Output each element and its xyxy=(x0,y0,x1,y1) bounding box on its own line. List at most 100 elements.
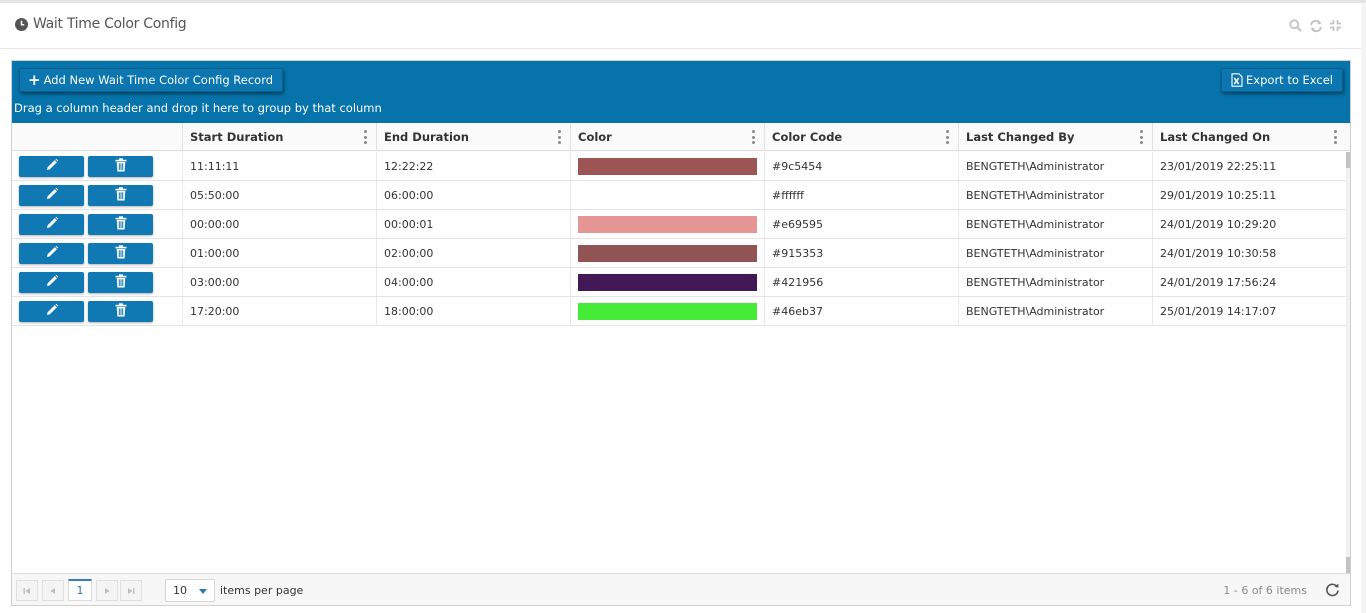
cell-color-code: #ffffff xyxy=(764,181,958,209)
pencil-icon xyxy=(45,274,59,291)
color-swatch xyxy=(578,186,757,204)
group-drop-area[interactable]: Drag a column header and drop it here to… xyxy=(14,101,382,115)
header-start-duration[interactable]: Start Duration xyxy=(182,123,376,151)
app-window: Wait Time Color Config + Add New Wait Ti… xyxy=(0,0,1366,613)
export-excel-label: Export to Excel xyxy=(1246,73,1333,87)
cell-end-duration: 12:22:22 xyxy=(376,152,570,180)
cell-last-changed-by: BENGTETH\Administrator xyxy=(958,181,1152,209)
compress-icon[interactable] xyxy=(1328,18,1343,33)
next-page-icon xyxy=(105,587,110,594)
column-menu-icon[interactable] xyxy=(364,130,367,144)
color-swatch xyxy=(578,273,757,291)
table-row[interactable]: 00:00:00 00:00:01 #e69595 BENGTETH\Administ… xyxy=(12,210,1346,239)
cell-last-changed-by: BENGTETH\Administrator xyxy=(958,297,1152,325)
cell-color xyxy=(570,239,764,267)
scrollbar-thumb[interactable] xyxy=(1346,152,1350,168)
chevron-down-icon xyxy=(199,589,207,594)
table-row[interactable]: 05:50:00 06:00:00 #ffffff BENGTETH\Administ… xyxy=(12,181,1346,210)
first-page-button[interactable] xyxy=(16,580,38,601)
table-row[interactable]: 11:11:11 12:22:22 #9c5454 BENGTETH\Administ… xyxy=(12,152,1346,181)
first-page-icon xyxy=(23,587,30,594)
vertical-scrollbar[interactable] xyxy=(1346,152,1350,573)
cell-color xyxy=(570,297,764,325)
search-icon[interactable] xyxy=(1288,18,1303,33)
refresh-icon[interactable] xyxy=(1325,582,1340,601)
cell-color xyxy=(570,152,764,180)
header-tools xyxy=(1288,18,1343,33)
cell-color xyxy=(570,210,764,238)
cell-color-code: #915353 xyxy=(764,239,958,267)
export-excel-button[interactable]: Export to Excel xyxy=(1221,68,1343,92)
delete-button[interactable] xyxy=(88,213,153,235)
edit-button[interactable] xyxy=(19,242,84,264)
cell-last-changed-on: 29/01/2019 10:25:11 xyxy=(1152,181,1346,209)
header-last-changed-on[interactable]: Last Changed On xyxy=(1152,123,1346,151)
cell-end-duration: 00:00:01 xyxy=(376,210,570,238)
header-label: Color xyxy=(578,130,612,144)
add-record-button[interactable]: + Add New Wait Time Color Config Record xyxy=(19,68,284,92)
column-menu-icon[interactable] xyxy=(558,130,561,144)
cell-color-code: #9c5454 xyxy=(764,152,958,180)
column-menu-icon[interactable] xyxy=(946,130,949,144)
cell-end-duration: 02:00:00 xyxy=(376,239,570,267)
pencil-icon xyxy=(45,216,59,233)
previous-page-icon xyxy=(50,587,55,594)
previous-page-button[interactable] xyxy=(42,580,64,601)
header-actions xyxy=(12,123,182,151)
add-record-label: Add New Wait Time Color Config Record xyxy=(43,73,274,87)
color-swatch xyxy=(578,244,757,262)
delete-button[interactable] xyxy=(88,155,153,177)
header-end-duration[interactable]: End Duration xyxy=(376,123,570,151)
color-swatch xyxy=(578,302,757,320)
pencil-icon xyxy=(45,303,59,320)
cell-color xyxy=(570,181,764,209)
delete-button[interactable] xyxy=(88,300,153,322)
page-size-value: 10 xyxy=(173,584,187,597)
pager-info: 1 - 6 of 6 items xyxy=(1223,584,1307,597)
cell-last-changed-by: BENGTETH\Administrator xyxy=(958,268,1152,296)
edit-button[interactable] xyxy=(19,155,84,177)
data-grid: + Add New Wait Time Color Config Record … xyxy=(11,60,1351,606)
column-menu-icon[interactable] xyxy=(1140,130,1143,144)
panel-title: Wait Time Color Config xyxy=(15,16,187,32)
edit-button[interactable] xyxy=(19,271,84,293)
table-row[interactable]: 01:00:00 02:00:00 #915353 BENGTETH\Administ… xyxy=(12,239,1346,268)
cell-end-duration: 04:00:00 xyxy=(376,268,570,296)
edit-button[interactable] xyxy=(19,184,84,206)
trash-icon xyxy=(115,302,127,320)
table-row[interactable]: 17:20:00 18:00:00 #46eb37 BENGTETH\Administ… xyxy=(12,297,1346,326)
last-page-icon xyxy=(128,587,135,594)
header-color[interactable]: Color xyxy=(570,123,764,151)
scrollbar-thumb-bottom[interactable] xyxy=(1346,557,1350,573)
column-menu-icon[interactable] xyxy=(752,130,755,144)
panel-title-text: Wait Time Color Config xyxy=(33,16,187,32)
delete-button[interactable] xyxy=(88,184,153,206)
color-swatch xyxy=(578,215,757,233)
cell-last-changed-by: BENGTETH\Administrator xyxy=(958,210,1152,238)
column-menu-icon[interactable] xyxy=(1334,130,1337,144)
cell-start-duration: 11:11:11 xyxy=(182,152,376,180)
cell-color-code: #e69595 xyxy=(764,210,958,238)
pencil-icon xyxy=(45,158,59,175)
page-1-button[interactable]: 1 xyxy=(68,579,92,601)
header-color-code[interactable]: Color Code xyxy=(764,123,958,151)
row-actions xyxy=(12,152,182,180)
cell-start-duration: 17:20:00 xyxy=(182,297,376,325)
refresh-icon[interactable] xyxy=(1308,18,1323,33)
next-page-button[interactable] xyxy=(96,580,118,601)
delete-button[interactable] xyxy=(88,271,153,293)
pencil-icon xyxy=(45,245,59,262)
row-actions xyxy=(12,268,182,296)
trash-icon xyxy=(115,244,127,262)
page-size-select[interactable]: 10 xyxy=(165,579,215,602)
header-label: Last Changed On xyxy=(1160,130,1271,144)
scrollbar-corner xyxy=(1346,123,1350,151)
grid-body: 11:11:11 12:22:22 #9c5454 BENGTETH\Administ… xyxy=(12,152,1346,326)
table-row[interactable]: 03:00:00 04:00:00 #421956 BENGTETH\Administ… xyxy=(12,268,1346,297)
header-last-changed-by[interactable]: Last Changed By xyxy=(958,123,1152,151)
delete-button[interactable] xyxy=(88,242,153,264)
edit-button[interactable] xyxy=(19,300,84,322)
trash-icon xyxy=(115,157,127,175)
last-page-button[interactable] xyxy=(120,580,142,601)
edit-button[interactable] xyxy=(19,213,84,235)
